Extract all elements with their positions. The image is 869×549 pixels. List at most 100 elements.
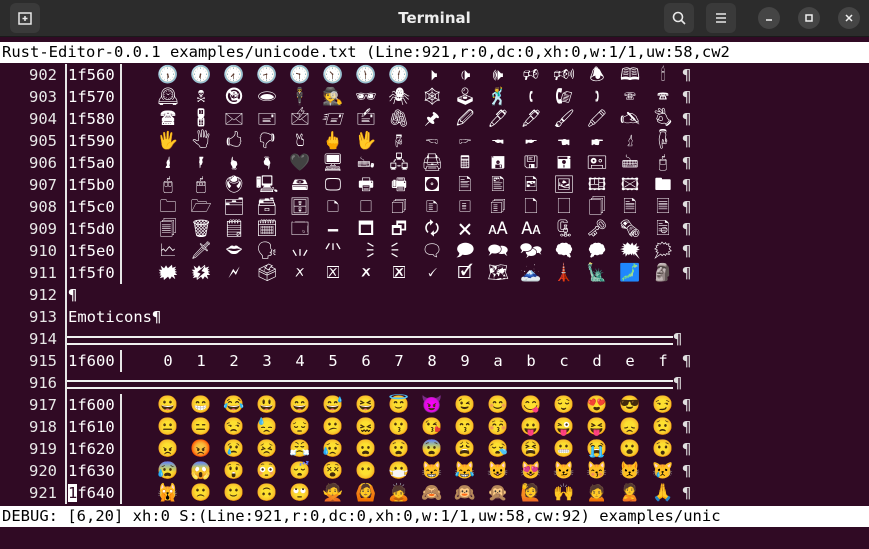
- line-number: 916: [29, 374, 57, 392]
- glyph-cell: 🙅: [322, 483, 344, 503]
- glyph-cell: 🖅: [322, 109, 344, 129]
- glyph-cell: 🙃: [256, 483, 278, 503]
- glyph-cell: 🗙: [458, 219, 472, 239]
- gutter-separator: [65, 482, 67, 504]
- glyph-cell: 🗵: [326, 263, 340, 283]
- pilcrow: ¶: [682, 440, 692, 458]
- editor-line[interactable]: 906 1f5a0 🖠 🖡 🖢 🖣 🖤 🖥 🖦 🖧 🖨 🖩 🖪 🖫 🖬 🖭 🖮 🖯 ¶: [0, 152, 869, 174]
- editor-line[interactable]: 918 1f610 😐 😑 😒 😓 😔 😕 😖 😗 😘 😙 😚 😛 😜 😝 😞 😟 ¶: [0, 416, 869, 438]
- glyph-cell: 🗢: [225, 241, 243, 261]
- minimize-button[interactable]: [758, 7, 780, 29]
- glyph-cell: 😙: [454, 417, 476, 437]
- glyph-cell: 🕭: [589, 65, 605, 85]
- editor-line[interactable]: 919 1f620 😠 😡 😢 😣 😤 😥 😦 😧 😨 😩 😪 😫 😬 😭 😮 😯 ¶: [0, 438, 869, 460]
- glyph-cell: 🕿: [656, 87, 670, 107]
- codepoint-label: 1f5d0: [68, 220, 115, 238]
- glyph-cell: 🖒: [225, 131, 243, 151]
- codepoint-label: 1f620: [68, 440, 115, 458]
- editor-line[interactable]: 907 1f5b0 🖰 🖱 🖲 🖳 🖴 🖵 🖶 🖷 🖸 🖹 🖺 🖻 🖼 🖽 🖾 🖿 ¶: [0, 174, 869, 196]
- line-text: Emoticons¶: [68, 308, 162, 326]
- glyph-cell: 🕥: [322, 65, 344, 85]
- column-separator: [120, 438, 122, 460]
- editor-line[interactable]: 908 1f5c0 🗀 🗁 🗂 🗃 🗄 🗅 🗆 🗇 🗈 🗉 🗊 🗋 🗌 🗍 🗎 🗏 ¶: [0, 196, 869, 218]
- glyph-cell: 🗠: [159, 241, 177, 261]
- line-number: 909: [29, 220, 57, 238]
- pilcrow: ¶: [682, 88, 692, 106]
- glyph-cell: 🕫: [522, 65, 540, 85]
- glyph-cell: 🕷: [388, 87, 410, 107]
- glyph-cell: 🕱: [196, 87, 206, 107]
- editor-line[interactable]: 916 ¶: [0, 372, 869, 394]
- glyph-cell: 🖳: [255, 175, 279, 195]
- glyph-cell: 😗: [388, 417, 410, 437]
- new-tab-button[interactable]: [10, 3, 40, 33]
- editor-line[interactable]: 911 1f5f0 🗰 🗱 🗲 🗳 🗴 🗵 🗶 🗷 🗸 🗹 🗺 🗻 🗼 🗽 🗾 🗿 ¶: [0, 262, 869, 284]
- codepoint-label: 1f600: [68, 352, 115, 370]
- glyph-cell: 🖱: [195, 175, 207, 195]
- glyph-cell: 🗑: [190, 219, 212, 239]
- editor-line[interactable]: 913 Emoticons¶: [0, 306, 869, 328]
- codepoint-label: 1f5e0: [68, 242, 115, 260]
- line-number: 907: [29, 176, 57, 194]
- glyph-cell: 🖢: [229, 153, 239, 173]
- editor-text-area[interactable]: 902 1f560 🕠 🕡 🕢 🕣 🕤 🕥 🕦 🕧 🕨 🕩 🕪 🕫 🕬 🕭 🕮 🕯 ¶ 903 1f570 🕰 🕱 🕲 🕳 🕴 🕵 🕶…: [0, 64, 869, 506]
- menu-button[interactable]: [706, 3, 736, 33]
- editor-line[interactable]: 921 1f640 🙀 🙁 🙂 🙃 🙄 🙅 🙆 🙇 🙈 🙉 🙊 🙋 🙌 🙍 🙎 🙏 ¶: [0, 482, 869, 504]
- editor-line[interactable]: 903 1f570 🕰 🕱 🕲 🕳 🕴 🕵 🕶 🕷 🕸 🕹 🕺 🕻 🕼 🕽 🕾 🕿 ¶: [0, 86, 869, 108]
- double-rule: [67, 380, 673, 389]
- glyph-cell: 🕸: [421, 87, 443, 107]
- line-number: 919: [29, 440, 57, 458]
- glyph-cell: 🖝: [590, 131, 604, 151]
- glyph-cell: 😧: [388, 439, 410, 459]
- editor-line[interactable]: 905 1f590 🖐 🖑 🖒 🖓 🖔 🖕 🖖 🖗 🖘 🖙 🖚 🖛 🖜 🖝 🖞 🖟 ¶: [0, 130, 869, 152]
- editor-status-bar: Rust-Editor-0.0.1 examples/unicode.txt (…: [0, 42, 869, 63]
- close-icon: [845, 14, 853, 22]
- editor-line[interactable]: 914 ¶: [0, 328, 869, 350]
- column-separator: [120, 482, 122, 504]
- glyph-cell: 😽: [586, 461, 608, 481]
- glyph-cell: 🖂: [224, 109, 244, 129]
- editor-line[interactable]: 912 ¶: [0, 284, 869, 306]
- editor-line[interactable]: 909 1f5d0 🗐 🗑 🗒 🗓 🗔 🗕 🗖 🗗 🗘 🗙 🗚 🗛 🗜 🗝 🗞 🗟 ¶: [0, 218, 869, 240]
- maximize-button[interactable]: [798, 7, 820, 29]
- close-button[interactable]: [838, 7, 860, 29]
- glyph-cell: 🗦: [357, 241, 375, 261]
- codepoint-label: 1f5a0: [68, 154, 115, 172]
- glyph-cell: 🕩: [459, 65, 471, 85]
- gutter-separator: [65, 174, 67, 196]
- hex-column-header: 6: [361, 352, 371, 370]
- editor-line[interactable]: 917 1f600 😀 😁 😂 😃 😄 😅 😆 😇 😈 😉 😊 😋 😌 😍 😎 😏 ¶: [0, 394, 869, 416]
- pilcrow: ¶: [673, 374, 683, 392]
- glyph-cell: 🖯: [657, 153, 669, 173]
- pilcrow: ¶: [682, 66, 692, 84]
- gutter-separator: [65, 130, 67, 152]
- codepoint-label: 1f580: [68, 110, 115, 128]
- glyph-cell: 🕾: [623, 87, 637, 107]
- editor-line[interactable]: 910 1f5e0 🗠 🗡 🗢 🗣 🗤 🗥 🗦 🗧 🗨 🗩 🗪 🗫 🗬 🗭 🗮 🗯 ¶: [0, 240, 869, 262]
- editor-line[interactable]: 902 1f560 🕠 🕡 🕢 🕣 🕤 🕥 🕦 🕧 🕨 🕩 🕪 🕫 🕬 🕭 🕮 🕯 ¶: [0, 64, 869, 86]
- glyph-cell: 🖵: [324, 175, 342, 195]
- glyph-cell: 🗄: [289, 197, 311, 217]
- editor-line[interactable]: 915 1f600 0 1 2 3 4 5 6 7 8 9 a b c d e f ¶: [0, 350, 869, 372]
- glyph-cell: 🖙: [458, 131, 472, 151]
- glyph-cell: 🖗: [395, 131, 403, 151]
- glyph-cell: 🗗: [391, 219, 407, 239]
- search-button[interactable]: [664, 3, 694, 33]
- gutter-separator: [65, 262, 67, 284]
- line-number: 906: [29, 154, 57, 172]
- glyph-cell: 😸: [421, 461, 443, 481]
- glyph-cell: 😦: [355, 439, 377, 459]
- editor-line[interactable]: 904 1f580 🖀 🖁 🖂 🖃 🖄 🖅 🖆 🖇 🖈 🖉 🖊 🖋 🖌 🖍 🖎 🖏 ¶: [0, 108, 869, 130]
- codepoint-label: 1f5b0: [68, 176, 115, 194]
- glyph-cell: 🖐: [157, 131, 179, 151]
- glyph-cell: 🖸: [424, 175, 440, 195]
- gutter-separator: [65, 394, 67, 416]
- editor-line[interactable]: 920 1f630 😰 😱 😲 😳 😴 😵 😶 😷 😸 😹 😺 😻 😼 😽 😾 😿 ¶: [0, 460, 869, 482]
- glyph-cell: 🖁: [196, 109, 206, 129]
- glyph-cell: 😭: [586, 439, 608, 459]
- column-separator: [120, 240, 122, 262]
- glyph-cell: 🖞: [626, 131, 634, 151]
- glyph-cell: 😳: [256, 461, 278, 481]
- glyph-cell: 🗷: [392, 263, 406, 283]
- hex-column-header: d: [592, 352, 602, 370]
